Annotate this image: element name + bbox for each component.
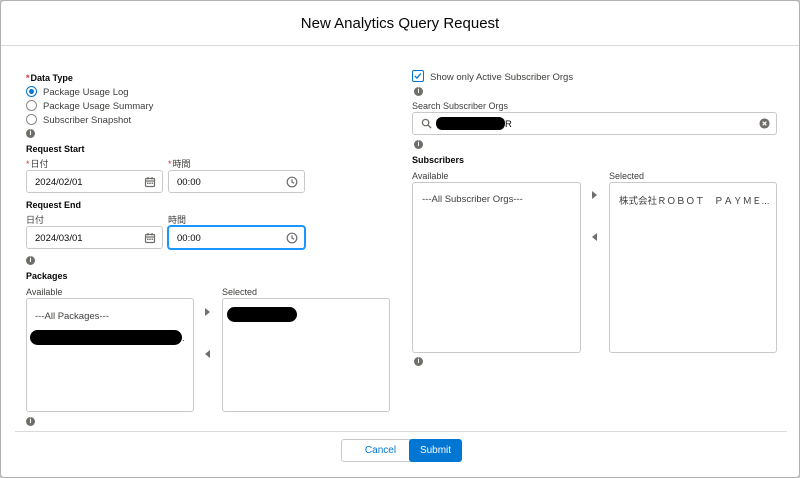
subscribers-selected-list[interactable]: 株式会社ＲＯＢＯＴ ＰＡＹＭＥ... xyxy=(609,182,777,353)
clear-icon[interactable] xyxy=(759,118,770,129)
radio-label-package-usage-log: Package Usage Log xyxy=(43,87,129,98)
search-icon xyxy=(421,118,432,129)
radio-package-usage-summary[interactable] xyxy=(26,100,37,111)
info-icon[interactable]: i xyxy=(26,417,35,426)
active-subscriber-checkbox[interactable] xyxy=(412,70,424,82)
radio-label-subscriber-snapshot: Subscriber Snapshot xyxy=(43,115,132,126)
search-value-suffix: R xyxy=(505,119,512,130)
start-time-label: *時間 xyxy=(168,157,191,170)
search-subscriber-label: Search Subscriber Orgs xyxy=(412,101,509,111)
move-left-arrow-icon[interactable] xyxy=(205,350,210,358)
radio-package-usage-log[interactable] xyxy=(26,86,37,97)
start-date-label-text: 日付 xyxy=(30,159,49,169)
search-subscriber-input[interactable]: R xyxy=(412,112,777,135)
list-item[interactable]: 株式会社ＲＯＢＯＴ ＰＡＹＭＥ... xyxy=(619,193,769,207)
subscribers-available-list[interactable]: ---All Subscriber Orgs--- xyxy=(412,182,581,353)
end-time-input[interactable]: 00:00 xyxy=(168,226,305,249)
request-end-label: Request End xyxy=(26,200,82,210)
end-date-input[interactable]: 2024/03/01 xyxy=(26,226,163,249)
required-mark: * xyxy=(26,159,30,169)
calendar-icon[interactable] xyxy=(144,176,156,188)
active-subscriber-label: Show only Active Subscriber Orgs xyxy=(430,72,574,83)
radio-subscriber-snapshot[interactable] xyxy=(26,114,37,125)
modal-footer: Cancel Submit xyxy=(15,431,787,477)
end-date-label: 日付 xyxy=(26,215,45,225)
redacted-selected-package[interactable] xyxy=(227,307,297,322)
start-time-value: 00:00 xyxy=(177,177,201,188)
move-right-arrow-icon[interactable] xyxy=(592,191,597,199)
end-time-label: 時間 xyxy=(168,215,187,225)
start-date-input[interactable]: 2024/02/01 xyxy=(26,170,163,193)
data-type-label-text: Data Type xyxy=(30,73,73,83)
modal-header: New Analytics Query Request xyxy=(1,1,799,46)
packages-selected-list[interactable] xyxy=(222,298,390,412)
info-icon[interactable]: i xyxy=(26,256,35,265)
end-date-value: 2024/03/01 xyxy=(35,233,83,244)
info-icon[interactable]: i xyxy=(414,140,423,149)
list-item[interactable]: ---All Packages--- xyxy=(35,311,109,322)
checkmark-icon xyxy=(414,73,422,80)
analytics-query-modal: New Analytics Query Request *Data Type P… xyxy=(0,0,800,478)
info-icon[interactable]: i xyxy=(26,129,35,138)
start-date-label: *日付 xyxy=(26,157,49,170)
packages-label: Packages xyxy=(26,271,68,281)
info-icon[interactable]: i xyxy=(414,87,423,96)
info-icon[interactable]: i xyxy=(414,357,423,366)
required-mark: * xyxy=(168,159,172,169)
request-start-label: Request Start xyxy=(26,144,85,154)
calendar-icon[interactable] xyxy=(144,232,156,244)
submit-button[interactable]: Submit xyxy=(409,439,462,462)
subscribers-selected-label: Selected xyxy=(609,171,645,181)
modal-title: New Analytics Query Request xyxy=(300,14,500,32)
packages-available-list[interactable]: ---All Packages--- . xyxy=(26,298,194,412)
move-left-arrow-icon[interactable] xyxy=(592,233,597,241)
clock-icon[interactable] xyxy=(286,232,298,244)
start-time-label-text: 時間 xyxy=(172,159,191,169)
radio-label-package-usage-summary: Package Usage Summary xyxy=(43,101,154,112)
start-date-value: 2024/02/01 xyxy=(35,177,83,188)
required-mark: * xyxy=(26,73,30,83)
end-time-value: 00:00 xyxy=(177,233,201,244)
data-type-label: *Data Type xyxy=(26,73,73,83)
redacted-search-text xyxy=(436,117,505,130)
subscribers-label: Subscribers xyxy=(412,155,465,165)
list-item[interactable]: ---All Subscriber Orgs--- xyxy=(422,194,523,205)
start-time-input[interactable]: 00:00 xyxy=(168,170,305,193)
redacted-package-item[interactable] xyxy=(30,330,182,345)
subscribers-available-label: Available xyxy=(412,171,449,181)
list-item-trailing-char: . xyxy=(182,333,185,344)
packages-selected-label: Selected xyxy=(222,287,258,297)
clock-icon[interactable] xyxy=(286,176,298,188)
move-right-arrow-icon[interactable] xyxy=(205,308,210,316)
packages-available-label: Available xyxy=(26,287,63,297)
